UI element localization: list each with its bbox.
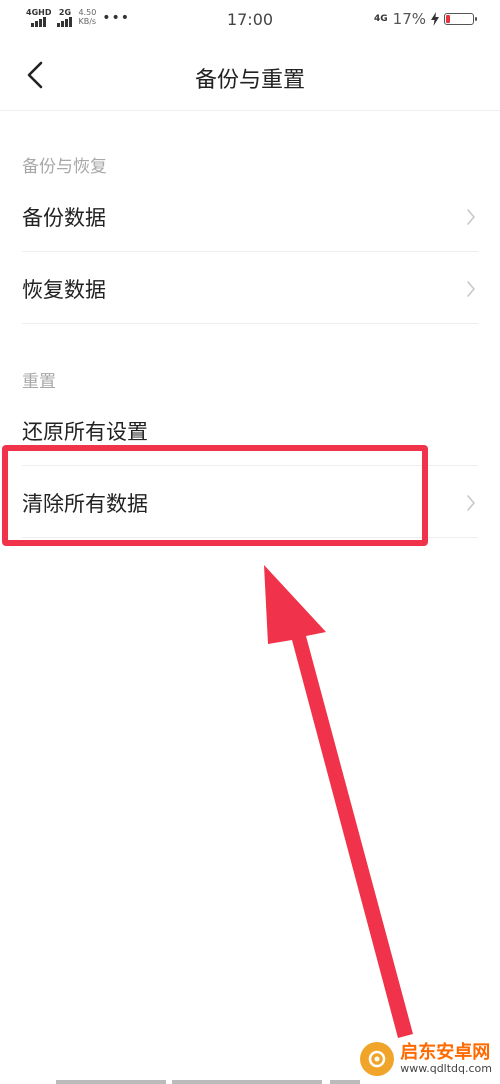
list-item-restore-data[interactable]: 恢复数据 — [22, 254, 478, 324]
nav-bar-segment — [330, 1080, 360, 1084]
section-label-reset: 重置 — [22, 372, 56, 392]
watermark: 启东安卓网 www.qdltdq.com — [360, 1042, 492, 1076]
watermark-url: www.qdltdq.com — [400, 1061, 492, 1075]
network-4g-label: 4G — [374, 14, 388, 24]
page-title: 备份与重置 — [194, 68, 305, 93]
chevron-right-icon — [467, 208, 475, 225]
battery-level-fill — [446, 15, 451, 23]
nav-bar-segment — [172, 1080, 322, 1084]
section-label-backup-restore: 备份与恢复 — [22, 157, 107, 177]
header-bar: 备份与重置 — [0, 40, 500, 111]
list-item-label: 还原所有设置 — [22, 419, 148, 444]
chevron-right-icon — [467, 280, 475, 297]
nav-bar-segment — [56, 1080, 166, 1084]
list-item-backup-data[interactable]: 备份数据 — [22, 182, 478, 252]
list-item-label: 备份数据 — [22, 205, 106, 230]
status-bar: 4GHD 2G 4.50 KB/s ••• 17:00 4G 17% — [0, 0, 500, 40]
battery-icon — [444, 13, 477, 25]
status-right: 4G 17% — [374, 10, 477, 28]
list-item-label: 恢复数据 — [22, 277, 106, 302]
chevron-right-icon — [467, 494, 475, 511]
watermark-text: 启东安卓网 www.qdltdq.com — [400, 1043, 492, 1075]
battery-percent: 17% — [392, 10, 426, 28]
watermark-name: 启东安卓网 — [400, 1042, 491, 1064]
charging-bolt-icon — [431, 12, 439, 26]
annotation-highlight-box — [2, 445, 428, 546]
watermark-logo-icon — [360, 1042, 395, 1076]
